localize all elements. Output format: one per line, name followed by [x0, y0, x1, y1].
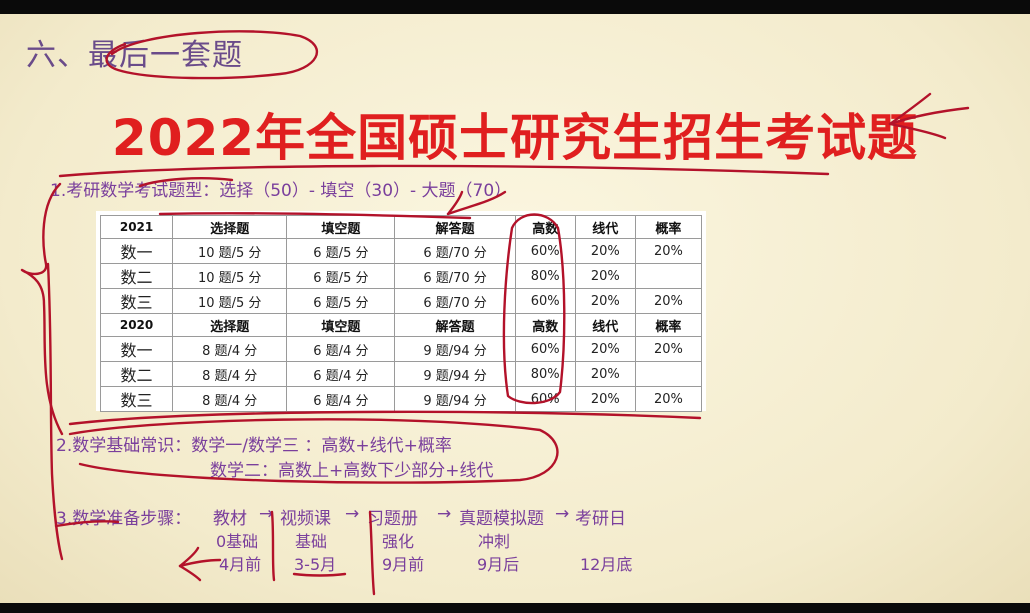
table-cell: 6 题/5 分 [286, 288, 396, 314]
table-header-row-2020: 2020 选择题 填空题 解答题 高数 线代 概率 [99, 313, 703, 337]
table-cell: 概率 [634, 215, 703, 239]
stage-zero-base: 0基础 [216, 532, 259, 551]
table-cell: 6 题/5 分 [286, 238, 396, 264]
table-cell: 60% [514, 386, 576, 412]
table-cell: 线代 [574, 215, 636, 239]
table-bottom-stroke [68, 410, 702, 426]
table-row: 数一 10 题/5 分 6 题/5 分 6 题/70 分 60% 20% 20% [99, 238, 703, 264]
table-cell: 8 题/4 分 [172, 361, 288, 387]
point-2-line-2: 数学二：高数上+高数下少部分+线代 [210, 461, 494, 481]
table-cell: 60% [514, 238, 576, 264]
table-cell: 6 题/70 分 [394, 263, 516, 289]
table-row: 数二 8 题/4 分 6 题/4 分 9 题/94 分 80% 20% [99, 361, 703, 387]
bottom-black-bar [0, 603, 1030, 613]
exam-structure-table: 2021 选择题 填空题 解答题 高数 线代 概率 数一 10 题/5 分 6 … [96, 211, 706, 412]
table-cell: 8 题/4 分 [172, 336, 288, 362]
timeline-march-may: 3-5月 [294, 555, 337, 574]
table-cell: 9 题/94 分 [394, 336, 516, 362]
step-past-papers: 真题模拟题 [459, 509, 544, 529]
table-cell: 数二 [99, 263, 174, 289]
stage-basic: 基础 [295, 532, 328, 551]
table-row: 数二 10 题/5 分 6 题/5 分 6 题/70 分 80% 20% [99, 263, 703, 289]
table-cell: 数一 [99, 238, 174, 264]
step-exam-day: 考研日 [575, 509, 626, 529]
table-cell: 数三 [99, 288, 174, 314]
table-cell: 6 题/4 分 [286, 336, 396, 362]
table-cell: 高数 [514, 215, 576, 239]
timeline-before-september: 9月前 [382, 555, 425, 574]
stage-sprint: 冲刺 [478, 532, 511, 551]
table-cell: 2021 [99, 215, 174, 239]
table-cell: 60% [514, 288, 576, 314]
table-row: 数一 8 题/4 分 6 题/4 分 9 题/94 分 60% 20% 20% [99, 336, 703, 362]
table-cell: 选择题 [172, 215, 288, 239]
table-header-row-2021: 2021 选择题 填空题 解答题 高数 线代 概率 [99, 215, 703, 239]
stage-strengthen: 强化 [382, 532, 415, 551]
table-cell: 20% [634, 336, 703, 362]
table-cell: 10 题/5 分 [172, 288, 288, 314]
table-cell: 填空题 [286, 313, 396, 337]
table-cell: 20% [634, 238, 703, 264]
point-1-text: 1.考研数学考试题型：选择（50）- 填空（30）- 大题（70） [50, 181, 512, 201]
step-textbook: 教材 [213, 509, 247, 529]
table-cell: 选择题 [172, 313, 288, 337]
table-cell [634, 263, 703, 289]
left-brace-mark [20, 182, 64, 436]
table-cell: 10 题/5 分 [172, 238, 288, 264]
timeline-after-september: 9月后 [477, 555, 520, 574]
top-black-bar [0, 0, 1030, 14]
table-cell [634, 361, 703, 387]
table-cell: 6 题/4 分 [286, 386, 396, 412]
main-title: 2022年全国硕士研究生招生考试题 [111, 109, 919, 167]
table-cell: 20% [574, 238, 636, 264]
point-3-label: 3.数学准备步骤： [56, 509, 192, 529]
table-cell: 8 题/4 分 [172, 386, 288, 412]
table-cell: 解答题 [394, 313, 516, 337]
table-row: 数三 8 题/4 分 6 题/4 分 9 题/94 分 60% 20% 20% [99, 386, 703, 412]
table-cell: 10 题/5 分 [172, 263, 288, 289]
table-cell: 填空题 [286, 215, 396, 239]
table-cell: 80% [514, 263, 576, 289]
table-cell: 数二 [99, 361, 174, 387]
table-cell: 解答题 [394, 215, 516, 239]
table-cell: 9 题/94 分 [394, 361, 516, 387]
table-cell: 数三 [99, 386, 174, 412]
table-row: 数三 10 题/5 分 6 题/5 分 6 题/70 分 60% 20% 20% [99, 288, 703, 314]
section-title: 六、最后一套题 [26, 38, 243, 73]
arrow-right-icon: → [259, 504, 274, 524]
arrow-right-icon: → [345, 504, 360, 524]
table-cell: 2020 [99, 313, 174, 337]
point-2-line-1: 2.数学基础常识：数学一/数学三 ：高数+线代+概率 [56, 436, 452, 456]
table-cell: 线代 [574, 313, 636, 337]
table-cell: 9 题/94 分 [394, 386, 516, 412]
table-cell: 20% [634, 288, 703, 314]
table-cell: 80% [514, 361, 576, 387]
table-cell: 20% [574, 386, 636, 412]
timeline-before-april: 4月前 [219, 555, 262, 574]
arrow-right-icon: → [437, 504, 452, 524]
presentation-slide: 六、最后一套题 2022年全国硕士研究生招生考试题 1.考研数学考试题型：选择（… [0, 14, 1030, 603]
table-cell: 6 题/70 分 [394, 238, 516, 264]
april-arrow-mark [178, 558, 222, 568]
table-cell: 60% [514, 336, 576, 362]
table-cell: 6 题/70 分 [394, 288, 516, 314]
table-cell: 高数 [514, 313, 576, 337]
timeline-end-december: 12月底 [580, 555, 633, 574]
table-cell: 概率 [634, 313, 703, 337]
table-cell: 6 题/4 分 [286, 361, 396, 387]
step-workbook: 习题册 [367, 509, 418, 529]
table-cell: 数一 [99, 336, 174, 362]
step-video-course: 视频课 [280, 509, 331, 529]
table-cell: 20% [574, 263, 636, 289]
table-cell: 20% [574, 336, 636, 362]
table-cell: 20% [574, 361, 636, 387]
table-cell: 20% [574, 288, 636, 314]
table-cell: 20% [634, 386, 703, 412]
table-cell: 6 题/5 分 [286, 263, 396, 289]
arrow-right-icon: → [555, 504, 570, 524]
